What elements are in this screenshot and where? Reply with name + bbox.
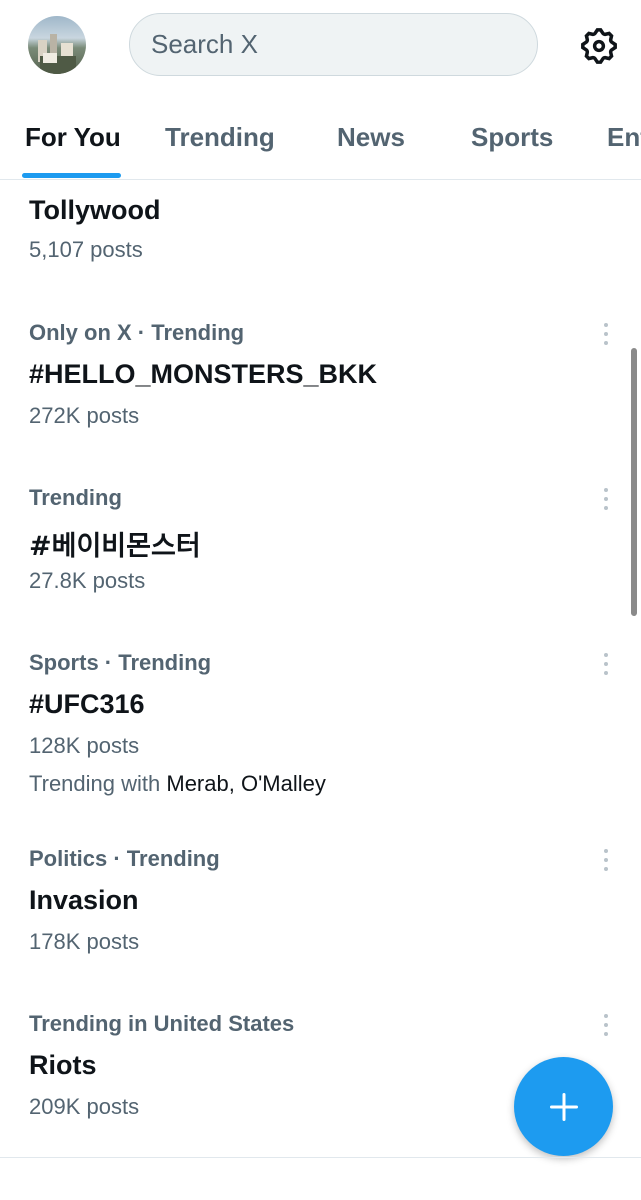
tab-for-you[interactable]: For You (25, 122, 121, 160)
more-vertical-icon[interactable] (596, 485, 616, 513)
trend-post-count: 209K posts (29, 1094, 140, 1119)
explore-tabs: For You Trending News Sports Ent (0, 100, 641, 180)
more-vertical-icon[interactable] (596, 320, 616, 348)
trend-post-count: 178K posts (29, 929, 140, 954)
trend-title: #UFC316 (29, 689, 145, 719)
trend-title: Riots (29, 1050, 97, 1080)
trend-context: Sports · Trending (29, 650, 212, 675)
trending-with-names[interactable]: Merab, O'Malley (166, 771, 325, 796)
more-vertical-icon[interactable] (596, 650, 616, 678)
tab-entertainment[interactable]: Ent (607, 122, 641, 160)
avatar[interactable] (28, 16, 86, 74)
tab-news[interactable]: News (337, 122, 405, 160)
trend-post-count: 128K posts (29, 733, 140, 758)
trend-context: Trending (29, 485, 122, 510)
trend-item[interactable]: Tollywood 5,107 posts (0, 190, 641, 290)
trend-item[interactable]: Trending #베이비몬스터 27.8K posts (0, 483, 641, 633)
trending-with-label: Trending with (29, 771, 167, 796)
trend-title: #베이비몬스터 (29, 531, 201, 562)
trend-item[interactable]: Politics · Trending Invasion 178K posts (0, 844, 641, 994)
compose-button[interactable] (514, 1057, 613, 1156)
active-tab-indicator (22, 173, 121, 178)
trend-context: Politics · Trending (29, 846, 220, 871)
explore-page: Search X For You Trending News Sports En… (0, 0, 641, 1200)
trend-post-count: 272K posts (29, 403, 140, 428)
trend-post-count: 27.8K posts (29, 568, 146, 593)
plus-icon (549, 1092, 578, 1121)
tab-sports[interactable]: Sports (471, 122, 553, 160)
trend-context: Only on X · Trending (29, 320, 245, 345)
trend-title: Tollywood (29, 195, 161, 225)
search-placeholder: Search X (151, 29, 258, 59)
top-bar: Search X (0, 0, 641, 92)
divider (0, 1157, 641, 1158)
gear-icon[interactable] (578, 25, 620, 67)
trend-item[interactable]: Sports · Trending #UFC316 128K posts Tre… (0, 648, 641, 828)
trend-post-count: 5,107 posts (29, 237, 143, 262)
scrollbar[interactable] (631, 348, 637, 616)
trend-item[interactable]: Only on X · Trending #HELLO_MONSTERS_BKK… (0, 318, 641, 468)
divider (0, 179, 641, 180)
more-vertical-icon[interactable] (596, 1011, 616, 1039)
trend-title: #HELLO_MONSTERS_BKK (29, 359, 378, 389)
trending-with: Trending with Merab, O'Malley (29, 771, 326, 797)
trend-title: Invasion (29, 885, 139, 915)
trend-context: Trending in United States (29, 1011, 295, 1036)
search-input[interactable]: Search X (129, 13, 538, 76)
more-vertical-icon[interactable] (596, 846, 616, 874)
tab-trending[interactable]: Trending (165, 122, 275, 160)
